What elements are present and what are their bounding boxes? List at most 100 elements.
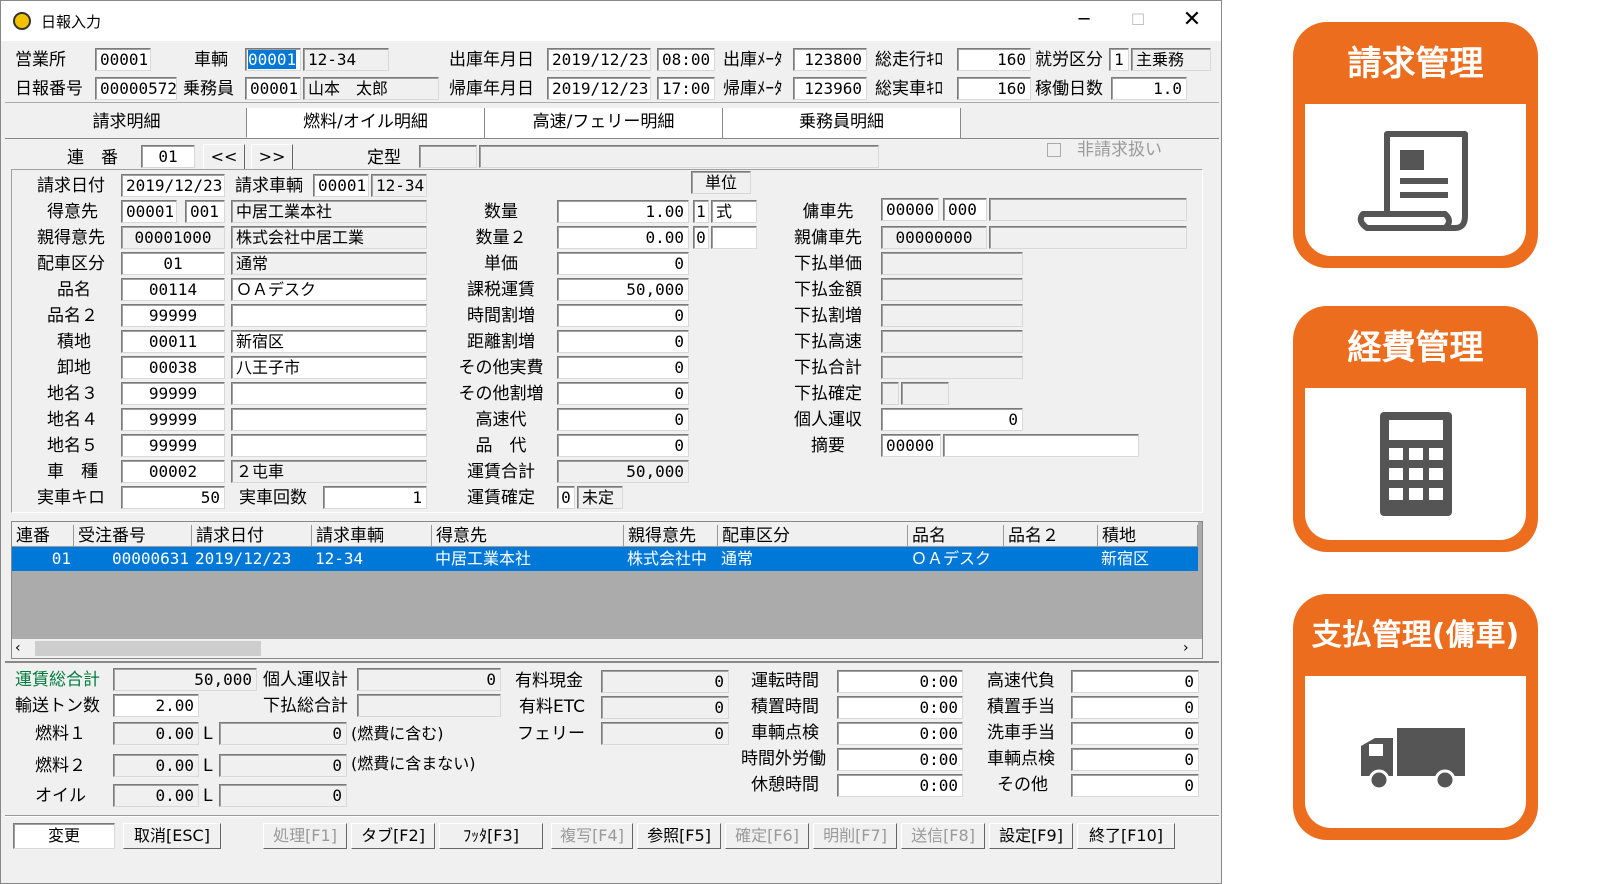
settings-button[interactable]: 設定[F9] — [989, 823, 1073, 849]
chimei4-code-field[interactable]: 99999 — [121, 408, 225, 431]
delete-line-button[interactable]: 明削[F7] — [813, 823, 897, 849]
suryo2-unit-code-field[interactable]: 0 — [693, 226, 709, 249]
shuro-code-field[interactable]: 1 — [1109, 48, 1129, 71]
jomuin-code-field[interactable]: 00001 — [245, 77, 301, 100]
sonota-wari-field[interactable]: 0 — [557, 382, 689, 405]
sensha-field[interactable]: 0 — [1071, 722, 1199, 745]
tsumi-name-field[interactable]: 新宿区 — [231, 330, 427, 353]
unten-field[interactable]: 0:00 — [837, 670, 963, 693]
tab-nenryo[interactable]: 燃料/オイル明細 — [247, 108, 485, 138]
kosoku-daifu-field[interactable]: 0 — [1071, 670, 1199, 693]
yosha-sub-field[interactable]: 000 — [943, 198, 987, 221]
suryo-field[interactable]: 1.00 — [557, 200, 689, 223]
chimei3-name-field[interactable] — [231, 382, 427, 405]
grid-header-oya-tokuisaki[interactable]: 親得意先 — [624, 525, 718, 547]
renban-field[interactable]: 01 — [141, 145, 195, 168]
footer-toggle-button[interactable]: ﾌｯﾀ[F3] — [439, 823, 543, 849]
tokuisaki-code-field[interactable]: 00001 — [121, 200, 177, 223]
grid-header-tokuisaki[interactable]: 得意先 — [432, 525, 624, 547]
process-button[interactable]: 処理[F1] — [263, 823, 347, 849]
send-button[interactable]: 送信[F8] — [901, 823, 985, 849]
kojin-field[interactable]: 0 — [881, 408, 1023, 431]
shukko-meter-field[interactable]: 123800 — [793, 48, 867, 71]
haisha-code-field[interactable]: 01 — [121, 252, 225, 275]
grid-header-seikyu-sharyo[interactable]: 請求車輌 — [312, 525, 432, 547]
hinmei-code-field[interactable]: 00114 — [121, 278, 225, 301]
seikyu-sharyo-code-field[interactable]: 00001 — [313, 174, 369, 197]
yosha-code-field[interactable]: 00000 — [881, 198, 939, 221]
grid-header-hinmei2[interactable]: 品名２ — [1004, 525, 1098, 547]
grid-header-hinmei[interactable]: 品名 — [908, 525, 1004, 547]
shashu-code-field[interactable]: 00002 — [121, 460, 225, 483]
chimei5-code-field[interactable]: 99999 — [121, 434, 225, 457]
grid-header-tsumi[interactable]: 積地 — [1098, 525, 1198, 547]
hinmei2-code-field[interactable]: 99999 — [121, 304, 225, 327]
suryo-unit-field[interactable]: 式 — [711, 200, 757, 223]
tab-button[interactable]: タブ[F2] — [351, 823, 435, 849]
shukko-date-field[interactable]: 2019/12/23 — [547, 48, 651, 71]
tekiyo-code-field[interactable]: 00000 — [881, 434, 941, 457]
ton-field[interactable]: 2.00 — [113, 694, 199, 717]
grid-header-juchu[interactable]: 受注番号 — [74, 525, 192, 547]
tsumioki-field[interactable]: 0:00 — [837, 696, 963, 719]
sonota-jippi-field[interactable]: 0 — [557, 356, 689, 379]
hiseikyu-checkbox[interactable] — [1047, 143, 1061, 157]
jikangai-field[interactable]: 0:00 — [837, 748, 963, 771]
sojitsu-field[interactable]: 160 — [957, 77, 1031, 100]
tenken2-field[interactable]: 0 — [1071, 748, 1199, 771]
grid-header-renban[interactable]: 連番 — [12, 525, 74, 547]
hinmei2-name-field[interactable] — [231, 304, 427, 327]
scroll-left-icon[interactable]: ‹ — [15, 639, 21, 658]
sonota-field[interactable]: 0 — [1071, 774, 1199, 797]
shukko-time-field[interactable]: 08:00 — [657, 48, 715, 71]
copy-button[interactable]: 複写[F4] — [551, 823, 633, 849]
jikan-field[interactable]: 0 — [557, 304, 689, 327]
kosoku-field[interactable]: 0 — [557, 408, 689, 431]
kiko-meter-field[interactable]: 123960 — [793, 77, 867, 100]
teikei-code-field[interactable] — [419, 145, 477, 168]
kyori-field[interactable]: 0 — [557, 330, 689, 353]
tsumioki-teate-field[interactable]: 0 — [1071, 696, 1199, 719]
tsumi-code-field[interactable]: 00011 — [121, 330, 225, 353]
scroll-right-icon[interactable]: › — [1183, 639, 1189, 658]
chimei4-name-field[interactable] — [231, 408, 427, 431]
kiko-date-field[interactable]: 2019/12/23 — [547, 77, 651, 100]
suryo-unit-code-field[interactable]: 1 — [693, 200, 709, 223]
jissha-km-field[interactable]: 50 — [121, 486, 225, 509]
nippo-field[interactable]: 00000572 — [95, 77, 177, 100]
kado-field[interactable]: 1.0 — [1111, 77, 1187, 100]
eigyosho-field[interactable]: 00001 — [95, 48, 151, 71]
exit-button[interactable]: 終了[F10] — [1077, 823, 1175, 849]
oroshi-code-field[interactable]: 00038 — [121, 356, 225, 379]
cancel-button[interactable]: 取消[ESC] — [123, 823, 221, 849]
confirm-button[interactable]: 確定[F6] — [725, 823, 809, 849]
tanka-field[interactable]: 0 — [557, 252, 689, 275]
suryo2-unit-field[interactable] — [711, 226, 757, 249]
hinmei-name-field[interactable]: ＯＡデスク — [231, 278, 427, 301]
reference-button[interactable]: 参照[F5] — [637, 823, 721, 849]
grid-scrollbar-thumb[interactable] — [35, 641, 261, 656]
tekiyo-text-field[interactable] — [943, 434, 1139, 457]
tab-jomuin[interactable]: 乗務員明細 — [723, 108, 961, 138]
next-record-button[interactable]: >> — [251, 144, 293, 170]
grid-header-seikyu-date[interactable]: 請求日付 — [192, 525, 312, 547]
kiko-time-field[interactable]: 17:00 — [657, 77, 715, 100]
hindai-field[interactable]: 0 — [557, 434, 689, 457]
prev-record-button[interactable]: << — [203, 144, 245, 170]
minimize-icon[interactable]: ─ — [1069, 9, 1099, 33]
chimei3-code-field[interactable]: 99999 — [121, 382, 225, 405]
kyukei-field[interactable]: 0:00 — [837, 774, 963, 797]
grid-header-haisha[interactable]: 配車区分 — [718, 525, 908, 547]
close-icon[interactable]: ✕ — [1177, 7, 1207, 33]
tokuisaki-sub-field[interactable]: 001 — [185, 200, 225, 223]
tenken-field[interactable]: 0:00 — [837, 722, 963, 745]
unchin-kakutei-code-field[interactable]: 0 — [557, 486, 575, 509]
suryo2-field[interactable]: 0.00 — [557, 226, 689, 249]
seikyu-date-field[interactable]: 2019/12/23 — [121, 174, 225, 197]
sharyo-code-field[interactable]: 00001 — [245, 48, 301, 71]
kazei-field[interactable]: 50,000 — [557, 278, 689, 301]
chimei5-name-field[interactable] — [231, 434, 427, 457]
tab-kosoku[interactable]: 高速/フェリー明細 — [485, 108, 723, 138]
maximize-icon[interactable]: ☐ — [1123, 9, 1153, 33]
jissha-kaisu-field[interactable]: 1 — [323, 486, 427, 509]
